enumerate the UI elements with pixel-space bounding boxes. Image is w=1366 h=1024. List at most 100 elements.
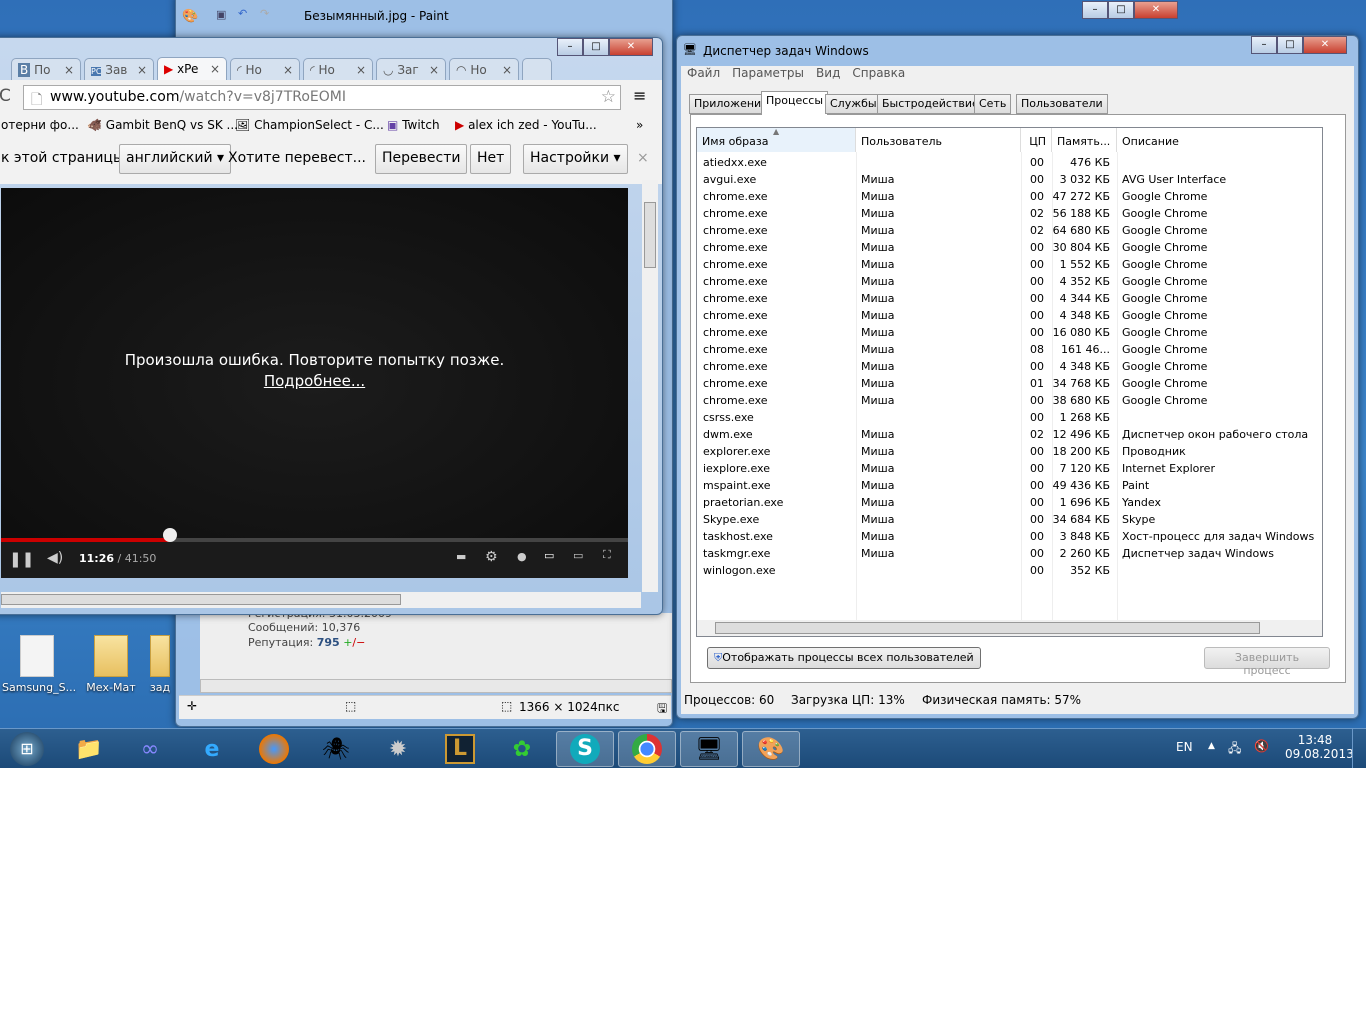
- fullscreen-icon[interactable]: ⛶: [603, 548, 611, 562]
- chrome-vertical-scrollbar[interactable]: [642, 180, 658, 592]
- tab-loading-3[interactable]: ◡ Заг ×: [376, 58, 446, 80]
- bookmark-1[interactable]: отерни фо...: [1, 118, 79, 132]
- tab-vk[interactable]: B По ×: [11, 58, 81, 80]
- taskbar-chrome[interactable]: [618, 731, 676, 767]
- paint-horizontal-scrollbar[interactable]: [200, 679, 672, 693]
- small-player-icon[interactable]: ▭: [544, 549, 554, 562]
- tab-loading-2[interactable]: ◜ Но ×: [303, 58, 373, 80]
- bookmark-twitch[interactable]: ▣ Twitch: [387, 118, 440, 132]
- menu-help[interactable]: Справка: [852, 66, 905, 80]
- process-row[interactable]: chrome.exe Миша 02 64 680 КБ Google Chrome: [697, 222, 1322, 239]
- process-row[interactable]: atiedxx.exe 00 476 КБ: [697, 154, 1322, 171]
- taskbar-ie[interactable]: e: [183, 731, 241, 767]
- process-row[interactable]: chrome.exe Миша 00 1 552 КБ Google Chrome: [697, 256, 1322, 273]
- language-select[interactable]: английский ▾: [119, 144, 232, 174]
- column-memory[interactable]: Память...: [1052, 128, 1117, 152]
- plus-minus-icon[interactable]: +/−: [343, 636, 365, 649]
- save-icon[interactable]: ▣: [216, 8, 226, 21]
- column-image-name[interactable]: Имя образа ▲: [697, 128, 856, 152]
- chrome-window-buttons[interactable]: – □ ✕: [557, 38, 653, 56]
- process-row[interactable]: chrome.exe Миша 00 4 344 КБ Google Chrome: [697, 290, 1322, 307]
- no-button[interactable]: Нет: [470, 144, 512, 174]
- language-indicator[interactable]: EN: [1176, 740, 1193, 754]
- menu-options[interactable]: Параметры: [732, 66, 804, 80]
- process-row[interactable]: chrome.exe Миша 00 38 680 КБ Google Chrome: [697, 392, 1322, 409]
- chrome-horizontal-scrollbar[interactable]: [1, 592, 641, 608]
- minimize-button[interactable]: –: [1251, 36, 1277, 54]
- translate-button[interactable]: Перевести: [375, 144, 468, 174]
- redo-icon[interactable]: ↷: [260, 7, 269, 20]
- column-cpu[interactable]: ЦП: [1021, 128, 1052, 152]
- tab-rchf[interactable]: PC Зав ×: [84, 58, 154, 80]
- new-tab-button[interactable]: [522, 58, 552, 80]
- column-user[interactable]: Пользователь: [856, 128, 1021, 152]
- maximize-button[interactable]: □: [1277, 36, 1303, 54]
- video-player[interactable]: Произошла ошибка. Повторите попытку позж…: [1, 188, 628, 578]
- more-info-link[interactable]: Подробнее...: [264, 372, 365, 390]
- close-tab-icon[interactable]: ×: [64, 63, 74, 77]
- large-player-icon[interactable]: ▭: [573, 549, 583, 562]
- process-row[interactable]: chrome.exe Миша 00 4 352 КБ Google Chrome: [697, 273, 1322, 290]
- bookmark-gambit[interactable]: 🐗 Gambit BenQ vs SK ...: [87, 118, 238, 132]
- progress-handle[interactable]: [163, 528, 178, 542]
- taskbar-spider-solitaire[interactable]: 🕷: [307, 731, 365, 767]
- taskbar-firefox[interactable]: [245, 731, 303, 767]
- undo-icon[interactable]: ↶: [238, 7, 247, 20]
- annotations-icon[interactable]: ●: [517, 550, 527, 563]
- reload-icon[interactable]: C: [0, 86, 11, 106]
- paint-window-buttons[interactable]: – □ ✕: [1082, 1, 1178, 19]
- settings-gear-icon[interactable]: ⚙: [485, 549, 498, 565]
- close-tab-icon[interactable]: ×: [283, 63, 293, 77]
- tm-window-buttons[interactable]: – □ ✕: [1251, 36, 1347, 54]
- process-row[interactable]: chrome.exe Миша 02 56 188 КБ Google Chrome: [697, 205, 1322, 222]
- process-row[interactable]: mspaint.exe Миша 00 49 436 КБ Paint: [697, 477, 1322, 494]
- maximize-button[interactable]: □: [583, 38, 609, 56]
- process-row[interactable]: csrss.exe 00 1 268 КБ: [697, 409, 1322, 426]
- process-row[interactable]: chrome.exe Миша 00 47 272 КБ Google Chrome: [697, 188, 1322, 205]
- volume-icon[interactable]: ◀): [47, 550, 63, 566]
- close-tab-icon[interactable]: ×: [137, 63, 147, 77]
- menu-icon[interactable]: ≡: [633, 86, 646, 105]
- desktop-icon-zad[interactable]: зад: [140, 635, 180, 694]
- process-row[interactable]: praetorian.exe Миша 00 1 696 КБ Yandex: [697, 494, 1322, 511]
- bookmark-youtube[interactable]: ▶ alex ich zed - YouTu...: [455, 118, 597, 132]
- close-tab-icon[interactable]: ×: [356, 63, 366, 77]
- close-button[interactable]: ✕: [1134, 1, 1178, 19]
- process-row[interactable]: chrome.exe Миша 00 4 348 КБ Google Chrome: [697, 358, 1322, 375]
- bookmark-championselect[interactable]: 🖼 ChampionSelect - C...: [235, 118, 384, 132]
- process-row[interactable]: chrome.exe Миша 00 4 348 КБ Google Chrome: [697, 307, 1322, 324]
- show-hidden-icons[interactable]: ▲: [1208, 741, 1215, 751]
- close-button[interactable]: ✕: [609, 38, 653, 56]
- minimize-button[interactable]: –: [1082, 1, 1108, 19]
- close-tab-icon[interactable]: ×: [429, 63, 439, 77]
- taskbar-paint[interactable]: 🎨: [742, 731, 800, 767]
- taskbar-icq[interactable]: ✿: [493, 731, 551, 767]
- process-row[interactable]: avgui.exe Миша 00 3 032 КБ AVG User Interfac…: [697, 171, 1322, 188]
- process-row[interactable]: chrome.exe Миша 01 34 768 КБ Google Chrome: [697, 375, 1322, 392]
- column-description[interactable]: Описание: [1117, 128, 1322, 152]
- taskbar-minesweeper[interactable]: ✹: [369, 731, 427, 767]
- taskbar-infinity[interactable]: ∞: [121, 731, 179, 767]
- process-row[interactable]: chrome.exe Миша 08 161 46... Google Chrome: [697, 341, 1322, 358]
- tab-users[interactable]: Пользователи: [1016, 94, 1108, 114]
- tab-loading-1[interactable]: ◜ Но ×: [230, 58, 300, 80]
- show-desktop-button[interactable]: [1352, 729, 1366, 768]
- progress-bar[interactable]: [1, 528, 628, 542]
- process-row[interactable]: taskmgr.exe Миша 00 2 260 КБ Диспетчер задач…: [697, 545, 1322, 562]
- menu-view[interactable]: Вид: [816, 66, 840, 80]
- process-row[interactable]: explorer.exe Миша 00 18 200 КБ Проводник: [697, 443, 1322, 460]
- tab-youtube[interactable]: ▶ xPe ×: [157, 57, 227, 81]
- minimize-button[interactable]: –: [557, 38, 583, 56]
- desktop-icon-mehmat[interactable]: Мех-Мат: [76, 635, 146, 694]
- process-row[interactable]: taskhost.exe Миша 00 3 848 КБ Хост-процесс д…: [697, 528, 1322, 545]
- desktop-icon-samsung[interactable]: Samsung_S...: [2, 635, 76, 694]
- process-row[interactable]: dwm.exe Миша 02 12 496 КБ Диспетчер окон раб…: [697, 426, 1322, 443]
- maximize-button[interactable]: □: [1108, 1, 1134, 19]
- bookmark-star-icon[interactable]: ☆: [601, 87, 616, 107]
- taskbar-task-manager[interactable]: 🖥: [680, 731, 738, 767]
- taskbar-explorer[interactable]: 📁: [60, 731, 118, 767]
- process-row[interactable]: iexplore.exe Миша 00 7 120 КБ Internet Explo…: [697, 460, 1322, 477]
- taskbar-league-of-legends[interactable]: L: [431, 731, 489, 767]
- tab-performance[interactable]: Быстродействие: [877, 94, 984, 114]
- translate-settings-button[interactable]: Настройки ▾: [523, 144, 628, 174]
